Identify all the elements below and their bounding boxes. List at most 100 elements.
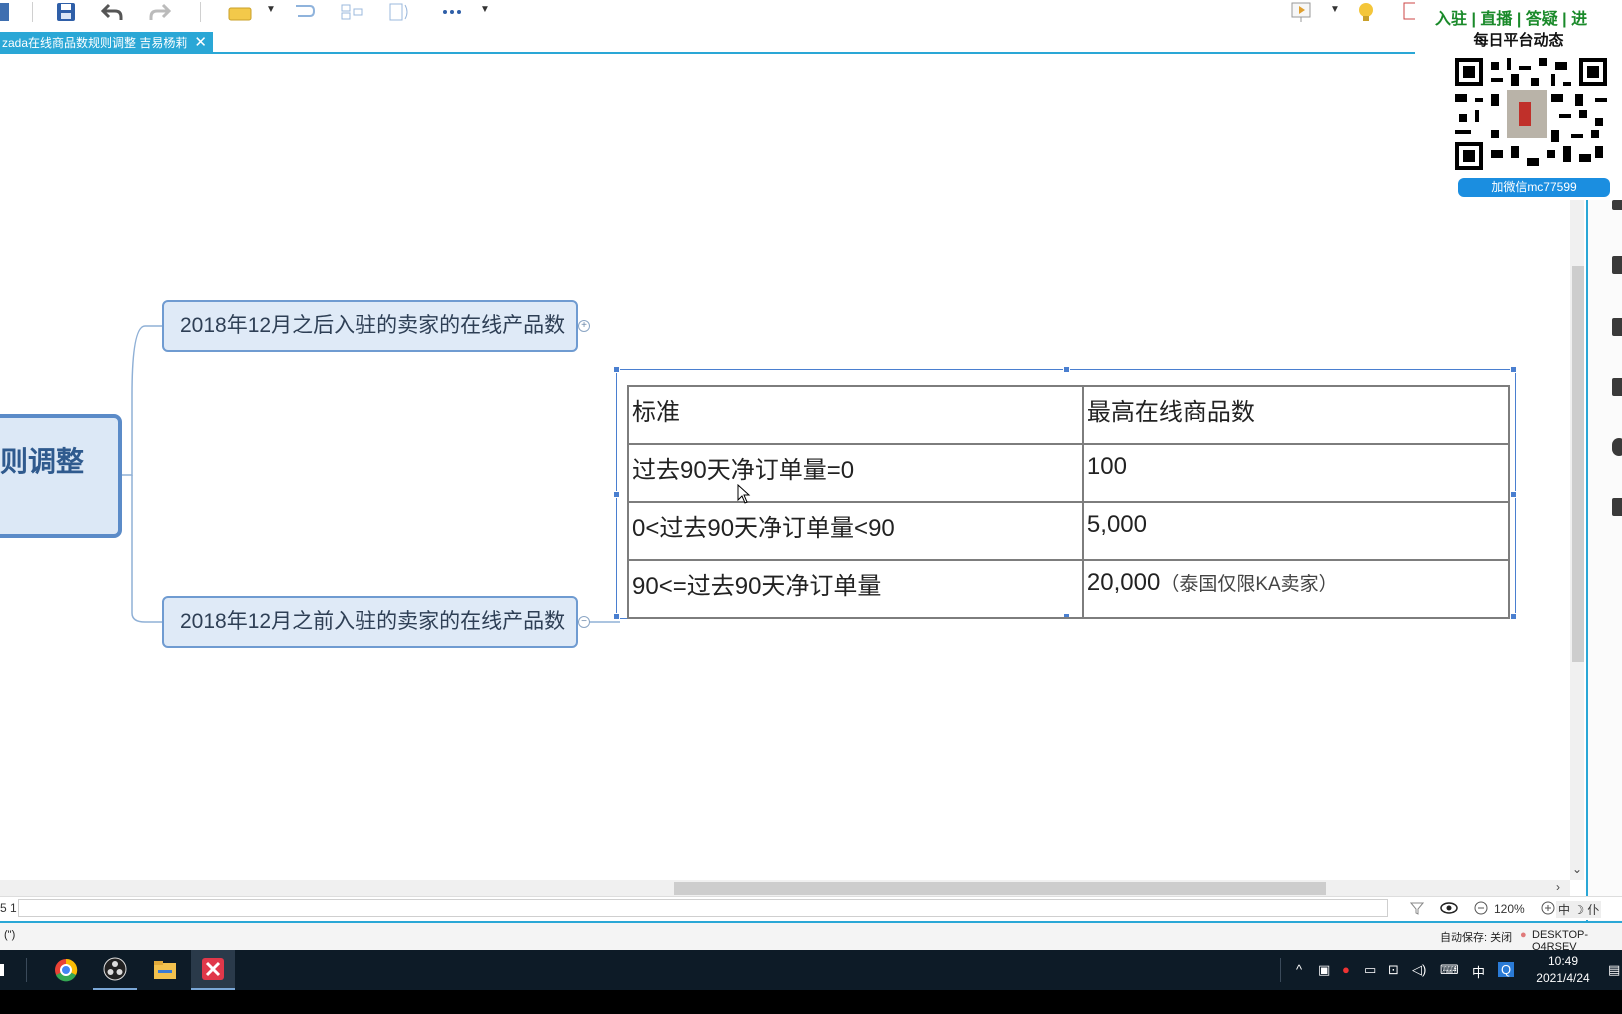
more-icon[interactable] <box>438 0 466 24</box>
table-header-cell: 标准 <box>627 385 1084 445</box>
table-cell-max: 100 <box>1081 443 1511 503</box>
undo-icon[interactable] <box>98 0 126 24</box>
table-cell-criterion: 90<=过去90天净订单量 <box>627 559 1084 619</box>
order-limit-table: 标准 最高在线商品数 过去90天净订单量=0 100 0<过去90天净订单量<9… <box>627 385 1511 619</box>
summary-icon[interactable] <box>338 0 366 24</box>
format-icon[interactable] <box>1612 200 1622 210</box>
q-app-icon[interactable]: Q <box>1498 962 1515 977</box>
table-header-cell: 最高在线商品数 <box>1081 385 1511 445</box>
expand-icon[interactable]: + <box>578 320 590 332</box>
zoom-level: 120% <box>1494 902 1525 916</box>
table-row: 90<=过去90天净订单量 20,000（泰国仅限KA卖家） <box>627 559 1511 619</box>
chevron-down-icon[interactable]: ▼ <box>266 4 276 15</box>
task-icon[interactable] <box>1612 498 1622 516</box>
qr-code-icon <box>1455 58 1607 170</box>
vertical-scrollbar[interactable]: ⌄ <box>1570 200 1584 880</box>
app-status-bar: (") 自动保存: 关闭 ● DESKTOP-Q4RSEV <box>0 921 1622 950</box>
resize-handle[interactable] <box>1063 366 1070 373</box>
resize-handle[interactable] <box>1510 613 1517 620</box>
branch-topic-before-2018[interactable]: 2018年12月之前入驻的卖家的在线产品数 <box>162 596 578 648</box>
scroll-down-icon[interactable]: ⌄ <box>1572 862 1582 876</box>
clock-time: 10:49 <box>1547 954 1579 968</box>
central-topic[interactable]: 则调整 <box>0 414 122 538</box>
ime-mode[interactable]: 中 <box>1472 962 1485 981</box>
tab-title: zada在线商品数规则调整 吉易杨莉 <box>2 36 188 50</box>
resize-handle[interactable] <box>613 613 620 620</box>
table-row: 0<过去90天净订单量<90 5,000 <box>627 501 1511 561</box>
battery-icon[interactable]: ▭ <box>1364 962 1376 978</box>
filter-icon[interactable] <box>1410 901 1424 915</box>
xmind-taskbar-icon[interactable] <box>191 950 235 990</box>
start-icon[interactable] <box>0 964 4 976</box>
table-cell-criterion: 过去90天净订单量=0 <box>627 443 1084 503</box>
toolbar: ▼ ▼ ▼ <box>0 0 1417 34</box>
table-cell-max: 5,000 <box>1081 501 1511 561</box>
new-icon[interactable] <box>0 0 20 24</box>
mindmap-canvas[interactable]: 则调整 2018年12月之后入驻的卖家的在线产品数 + 2018年12月之前入驻… <box>0 54 1586 884</box>
zoom-in-icon[interactable] <box>1541 901 1555 915</box>
comment-icon[interactable] <box>1612 438 1622 456</box>
tab-document[interactable]: zada在线商品数规则调整 吉易杨莉 ✕ <box>0 32 213 54</box>
branch-topic-after-2018[interactable]: 2018年12月之后入驻的卖家的在线产品数 <box>162 300 578 352</box>
central-topic-label: 则调整 <box>0 446 85 477</box>
notification-icon[interactable]: ▤ <box>1608 962 1620 978</box>
chrome-icon[interactable] <box>44 950 88 990</box>
vertical-scroll-thumb[interactable] <box>1572 266 1584 662</box>
table-cell-max: 20,000（泰国仅限KA卖家） <box>1081 559 1511 619</box>
boundary-icon[interactable] <box>386 0 414 24</box>
qq-icon[interactable]: ● <box>1342 962 1350 977</box>
resize-handle[interactable] <box>613 366 620 373</box>
network-icon[interactable]: ⊡ <box>1388 962 1399 978</box>
lightbulb-icon[interactable] <box>1352 0 1380 24</box>
outline-icon[interactable] <box>1612 378 1622 396</box>
max-note: （泰国仅限KA卖家） <box>1160 574 1338 595</box>
promo-overlay: 入驻 | 直播 | 答疑 | 进 每日平台动态 加微信mc77599 <box>1415 0 1622 200</box>
redo-icon[interactable] <box>146 0 174 24</box>
taskbar-divider <box>26 958 27 982</box>
horizontal-scrollbar[interactable]: › <box>0 880 1570 896</box>
chevron-down-icon[interactable]: ▼ <box>480 4 490 15</box>
tab-strip: zada在线商品数规则调整 吉易杨莉 ✕ <box>0 32 1415 54</box>
autosave-status[interactable]: 自动保存: 关闭 <box>1440 929 1512 945</box>
table-row: 过去90天净订单量=0 100 <box>627 443 1511 503</box>
ime-indicator[interactable]: 中 ☽ 仆 <box>1556 901 1602 918</box>
branch-topic-label: 2018年12月之前入驻的卖家的在线产品数 <box>180 610 566 633</box>
topic-icon[interactable] <box>226 0 254 24</box>
resize-handle[interactable] <box>613 491 620 498</box>
close-icon[interactable]: ✕ <box>194 32 207 54</box>
collapse-icon[interactable]: − <box>578 616 590 628</box>
screen-letterbox <box>0 990 1622 1014</box>
chevron-down-icon[interactable]: ▼ <box>1330 4 1340 15</box>
volume-icon[interactable]: ◁) <box>1412 962 1426 978</box>
selected-table-image[interactable]: 标准 最高在线商品数 过去90天净订单量=0 100 0<过去90天净订单量<9… <box>613 366 1517 620</box>
sticker-icon[interactable] <box>1612 318 1622 336</box>
save-icon[interactable] <box>52 0 80 24</box>
toolbar-divider <box>200 2 201 22</box>
marker-flag-icon[interactable] <box>1612 256 1622 274</box>
relationship-icon[interactable] <box>290 0 318 24</box>
sheet-tab[interactable]: 5 1 <box>0 901 17 915</box>
sheet-tab-bar[interactable] <box>18 899 1388 917</box>
zoom-out-icon[interactable] <box>1474 901 1488 915</box>
network-app-icon[interactable]: ▣ <box>1318 962 1330 978</box>
mouse-cursor-icon <box>737 484 751 504</box>
horizontal-scroll-thumb[interactable] <box>674 882 1326 895</box>
toolbar-divider <box>32 2 33 22</box>
status-info: (") <box>4 929 16 941</box>
sheet-status-bar: 5 1 120% 中 ☽ 仆 <box>0 896 1622 920</box>
obs-icon[interactable] <box>93 950 137 990</box>
scroll-right-icon[interactable]: › <box>1556 880 1560 894</box>
file-explorer-icon[interactable] <box>143 950 187 990</box>
eye-icon[interactable] <box>1440 902 1458 914</box>
promo-subtitle: 每日平台动态 <box>1473 32 1564 49</box>
branch-topic-label: 2018年12月之后入驻的卖家的在线产品数 <box>180 314 566 337</box>
presentation-icon[interactable] <box>1288 0 1316 24</box>
keyboard-icon[interactable]: ⌨ <box>1440 962 1459 978</box>
chevron-up-icon[interactable]: ^ <box>1296 962 1302 977</box>
xmind-window: ▼ ▼ ▼ zada在线商品数规则调整 吉易杨莉 ✕ 则调整 2018年12月之… <box>0 0 1622 950</box>
clock[interactable]: 10:49 2021/4/24 <box>1528 953 1598 987</box>
resize-handle[interactable] <box>1510 491 1517 498</box>
resize-handle[interactable] <box>1510 366 1517 373</box>
windows-taskbar: ^ ▣ ● ▭ ⊡ ◁) ⌨ 中 Q 10:49 2021/4/24 ▤ <box>0 950 1622 990</box>
table-header-row: 标准 最高在线商品数 <box>627 385 1511 445</box>
